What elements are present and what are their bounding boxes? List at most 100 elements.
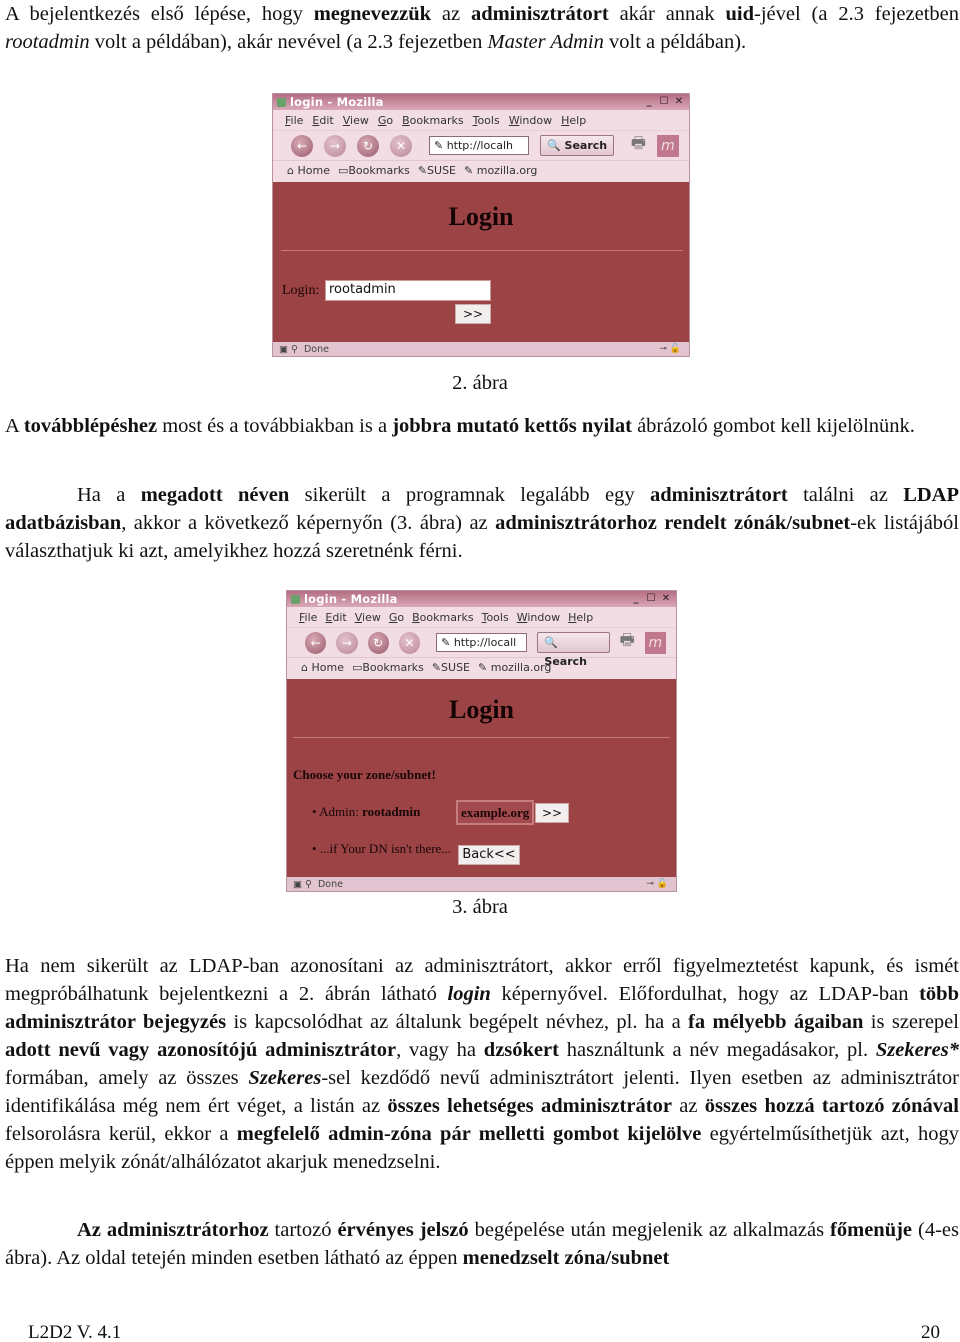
close-button[interactable]: ✕: [673, 96, 685, 108]
text-run: A bejelentkezés első lépése, hogy: [5, 3, 314, 25]
security-lock-icon: ⊸ 🔓: [646, 879, 668, 889]
emphasized-text: megfelelő admin-zóna pár melletti gombot…: [236, 1123, 702, 1145]
text-run: képernyővel. Előfordulhat, hogy az LDAP-…: [490, 983, 920, 1005]
minimize-button[interactable]: _: [643, 96, 655, 108]
emphasized-text: jobbra mutató kettős nyilat: [392, 415, 632, 437]
menu-bookmarks[interactable]: Bookmarks: [412, 611, 473, 624]
status-bar: ▣ ⚲ Done ⊸ 🔓: [273, 342, 689, 356]
navigation-toolbar: ← → ↻ ✕ ✎ http://localh 🔍 Search 🖶 m: [273, 131, 689, 161]
text-run: formában, amely az összes: [5, 1067, 249, 1089]
emphasized-text: uid: [725, 3, 755, 25]
login-label: Login:: [282, 283, 320, 298]
bookmark-bookmarks[interactable]: ▭Bookmarks: [338, 164, 410, 177]
bookmark-home[interactable]: ⌂ Home: [287, 164, 330, 177]
menu-window[interactable]: Window: [509, 114, 552, 127]
figure-3-caption: 3. ábra: [452, 896, 508, 918]
print-icon[interactable]: 🖶: [631, 132, 646, 159]
emphasized-text: Szekeres: [248, 1067, 322, 1089]
menu-help[interactable]: Help: [568, 611, 593, 624]
bookmark-bookmarks[interactable]: ▭Bookmarks: [352, 661, 424, 674]
emphasized-text: összes hozzá tartozó zónával: [704, 1095, 959, 1117]
emphasized-text: dzsókert: [483, 1039, 559, 1061]
close-button[interactable]: ✕: [660, 593, 672, 605]
menu-tools[interactable]: Tools: [482, 611, 509, 624]
zone-name: example.org: [461, 805, 530, 820]
menu-edit[interactable]: Edit: [325, 611, 346, 624]
menu-go[interactable]: Go: [389, 611, 404, 624]
text-run: volt a példában), akár nevével (a 2.3 fe…: [89, 31, 488, 53]
menu-help[interactable]: Help: [561, 114, 586, 127]
emphasized-text: megnevezzük: [313, 3, 432, 25]
minimize-button[interactable]: _: [630, 593, 642, 605]
back-button[interactable]: Back<<: [458, 845, 520, 865]
text-run: A: [5, 415, 24, 437]
text-run: az: [431, 3, 471, 25]
menu-file[interactable]: File: [299, 611, 317, 624]
menu-edit[interactable]: Edit: [312, 114, 333, 127]
mozilla-app-icon: [291, 594, 300, 604]
emphasized-text: Az adminisztrátorhoz: [77, 1219, 269, 1241]
zone-option: example.org: [456, 800, 535, 825]
search-button[interactable]: 🔍 Search: [540, 135, 615, 156]
login-input[interactable]: rootadmin: [325, 280, 491, 301]
forward-arrow-icon[interactable]: →: [336, 631, 358, 654]
login-heading: Login: [448, 695, 515, 724]
url-bar[interactable]: ✎ http://locall: [436, 633, 528, 652]
stop-icon[interactable]: ✕: [390, 134, 412, 157]
admin-prefix: • Admin:: [312, 804, 363, 819]
menu-tools[interactable]: Tools: [473, 114, 500, 127]
reload-icon[interactable]: ↻: [367, 631, 389, 654]
text-run: tartozó: [268, 1219, 338, 1241]
text-run: sikerült a programnak legalább egy: [289, 484, 650, 506]
text-run: , akkor a következő képernyőn (3. ábra) …: [121, 512, 496, 534]
url-bar[interactable]: ✎ http://localh: [429, 136, 529, 155]
status-icons: ▣ ⚲: [293, 878, 312, 890]
maximize-button[interactable]: ☐: [645, 593, 657, 605]
text-run: , vagy ha: [396, 1039, 484, 1061]
bookmark-suse[interactable]: ✎SUSE: [432, 661, 470, 674]
reload-icon[interactable]: ↻: [357, 134, 379, 157]
back-arrow-icon[interactable]: ←: [305, 631, 327, 654]
forward-arrow-icon[interactable]: →: [324, 134, 346, 157]
text-run: felsorolásra kerül, ekkor a: [5, 1123, 237, 1145]
paragraph-intro: A bejelentkezés első lépése, hogy megnev…: [5, 0, 959, 56]
figure-3-browser-window: login - Mozilla _ ☐ ✕ File Edit View Go …: [286, 590, 677, 892]
menu-file[interactable]: File: [285, 114, 303, 127]
emphasized-text: Szekeres*: [875, 1039, 960, 1061]
print-icon[interactable]: 🖶: [620, 629, 635, 656]
menu-bar: File Edit View Go Bookmarks Tools Window…: [273, 110, 689, 131]
text-run: is kapcsolódhat az általunk begépelt név…: [226, 1011, 689, 1033]
stop-icon[interactable]: ✕: [398, 631, 421, 654]
emphasized-text: fa mélyebb ágaiban: [688, 1011, 864, 1033]
text-run: Ha a: [77, 484, 141, 506]
next-button[interactable]: >>: [455, 304, 491, 324]
emphasized-text: menedzselt zóna/subnet: [462, 1247, 670, 1269]
menu-view[interactable]: View: [343, 114, 369, 127]
window-title: login - Mozilla: [290, 95, 384, 109]
emphasized-text: login: [447, 983, 491, 1005]
text-run: most és a továbbiakban is a: [157, 415, 393, 437]
menu-go[interactable]: Go: [378, 114, 393, 127]
bookmark-home[interactable]: ⌂ Home: [301, 661, 344, 674]
maximize-button[interactable]: ☐: [658, 96, 670, 108]
choose-zone-heading: Choose your zone/subnet!: [293, 767, 436, 782]
search-button[interactable]: 🔍 Search: [537, 632, 610, 668]
menu-bookmarks[interactable]: Bookmarks: [402, 114, 463, 127]
bookmark-suse[interactable]: ✎SUSE: [418, 164, 456, 177]
emphasized-text: adminisztrátort: [649, 484, 788, 506]
login-heading: Login: [448, 202, 514, 231]
bookmark-mozilla-org[interactable]: ✎ mozilla.org: [464, 164, 537, 177]
back-arrow-icon[interactable]: ←: [291, 134, 313, 157]
bookmark-mozilla-org[interactable]: ✎ mozilla.org: [478, 661, 551, 674]
figure-2-browser-window: login - Mozilla _ ☐ ✕ File Edit View Go …: [272, 93, 690, 357]
emphasized-text: összes lehetséges adminisztrátor: [387, 1095, 672, 1117]
menu-view[interactable]: View: [355, 611, 381, 624]
mozilla-app-icon: [277, 97, 286, 107]
title-bar: login - Mozilla _ ☐ ✕: [287, 591, 676, 607]
select-zone-button[interactable]: >>: [535, 803, 569, 823]
menu-window[interactable]: Window: [517, 611, 560, 624]
page-content: Login Choose your zone/subnet! • Admin: …: [287, 679, 676, 877]
emphasized-text: adminisztrátorhoz rendelt zónák/subnet: [495, 512, 851, 534]
admin-name: rootadmin: [362, 804, 421, 819]
status-text: Done: [303, 343, 329, 355]
